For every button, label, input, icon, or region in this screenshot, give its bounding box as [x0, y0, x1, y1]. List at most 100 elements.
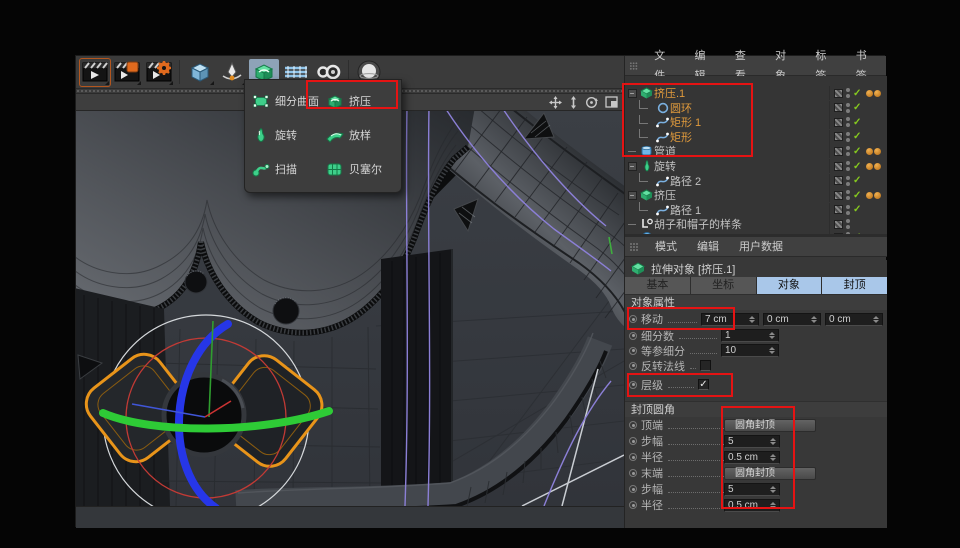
menu-item-sweep[interactable]: 扫描: [249, 152, 323, 186]
movement-y-field[interactable]: 0 cm: [763, 313, 821, 326]
visibility-dots[interactable]: [846, 146, 850, 156]
enabled-check-icon[interactable]: ✓: [853, 102, 861, 113]
enabled-check-icon[interactable]: ✓: [853, 117, 861, 128]
stepper-icon[interactable]: [873, 316, 879, 323]
layer-chip[interactable]: [834, 132, 843, 141]
visibility-dots[interactable]: [846, 205, 850, 215]
tree-row-extrude[interactable]: − 挤压 ✓: [625, 188, 887, 202]
panel-drag-handle-icon[interactable]: [629, 242, 639, 252]
visibility-dots[interactable]: [846, 132, 850, 142]
visibility-dots[interactable]: [846, 190, 850, 200]
enabled-check-icon[interactable]: ✓: [853, 161, 861, 172]
animation-dot-icon[interactable]: [629, 485, 637, 493]
viewport-move-icon[interactable]: [549, 96, 562, 109]
cube-icon: [188, 60, 212, 84]
object-manager-menubar: 文件 编辑 查看 对象 标签 书签: [625, 56, 886, 76]
menu-item-loft[interactable]: 放样: [323, 118, 397, 152]
tree-row-path-1[interactable]: 路径 1 ✓: [625, 203, 887, 217]
spline-pen-button[interactable]: [217, 59, 247, 86]
property-label: 末端: [641, 465, 663, 481]
spline-object-icon: [655, 174, 670, 187]
layer-chip[interactable]: [834, 103, 843, 112]
movement-z-field[interactable]: 0 cm: [825, 313, 883, 326]
am-menu-mode[interactable]: 模式: [645, 237, 687, 257]
animation-dot-icon[interactable]: [629, 347, 637, 355]
visibility-dots[interactable]: [846, 103, 850, 113]
enabled-check-icon[interactable]: ✓: [853, 190, 861, 201]
tag-icons[interactable]: [866, 90, 881, 97]
visibility-dots[interactable]: [846, 219, 850, 229]
object-label: 旋转: [654, 158, 829, 174]
layer-chip[interactable]: [834, 176, 843, 185]
visibility-dots[interactable]: [846, 161, 850, 171]
animation-dot-icon[interactable]: [629, 332, 637, 340]
menu-item-label: 贝塞尔: [349, 161, 382, 177]
tab-caps[interactable]: 封顶: [822, 277, 887, 294]
tab-coordinates[interactable]: 坐标: [691, 277, 756, 294]
layer-chip[interactable]: [834, 162, 843, 171]
menu-item-lathe[interactable]: 旋转: [249, 118, 323, 152]
am-menu-user-data[interactable]: 用户数据: [729, 237, 793, 257]
tree-row-path-2[interactable]: 路径 2 ✓: [625, 174, 887, 188]
stepper-icon[interactable]: [749, 316, 755, 323]
layer-chip[interactable]: [834, 147, 843, 156]
menu-item-label: 旋转: [275, 127, 297, 143]
pen-icon: [220, 60, 244, 84]
layer-chip[interactable]: [834, 118, 843, 127]
viewport-zoom-icon[interactable]: [569, 96, 578, 109]
animation-dot-icon[interactable]: [629, 421, 637, 429]
spline-object-icon: [655, 203, 670, 216]
layer-chip[interactable]: [834, 89, 843, 98]
enabled-check-icon[interactable]: ✓: [853, 204, 861, 215]
flip-normals-checkbox[interactable]: [700, 360, 711, 371]
tag-icons[interactable]: [866, 148, 881, 155]
animation-dot-icon[interactable]: [629, 501, 637, 509]
visibility-dots[interactable]: [846, 88, 850, 98]
subdivision-field[interactable]: 1: [721, 329, 779, 342]
stepper-icon[interactable]: [811, 316, 817, 323]
loft-icon: [326, 128, 344, 143]
layer-chip[interactable]: [834, 191, 843, 200]
collapse-expander[interactable]: −: [628, 191, 637, 200]
tab-object[interactable]: 对象: [757, 277, 822, 294]
render-view-button[interactable]: [80, 59, 110, 86]
lathe-object-icon: [639, 160, 654, 173]
am-menu-edit[interactable]: 编辑: [687, 237, 729, 257]
tag-icons[interactable]: [866, 192, 881, 199]
tree-row-lathe[interactable]: − 旋转 ✓: [625, 159, 887, 173]
object-label: 挤压: [654, 187, 829, 203]
tree-branch-line: [639, 202, 648, 211]
menu-item-bezier[interactable]: 贝塞尔: [323, 152, 397, 186]
visibility-dots[interactable]: [846, 176, 850, 186]
animation-dot-icon[interactable]: [629, 437, 637, 445]
property-label: 等参细分: [641, 343, 685, 359]
layer-chip[interactable]: [834, 220, 843, 229]
dot-leader: [668, 422, 728, 429]
property-label: 步幅: [641, 481, 663, 497]
layer-chip[interactable]: [834, 205, 843, 214]
add-primitive-cube-button[interactable]: [185, 59, 215, 86]
tag-icons[interactable]: [866, 163, 881, 170]
collapse-expander[interactable]: −: [628, 162, 637, 171]
enabled-check-icon[interactable]: ✓: [853, 88, 861, 99]
enabled-check-icon[interactable]: ✓: [853, 146, 861, 157]
property-row-subdivision: 细分数 1: [625, 328, 887, 343]
stepper-icon[interactable]: [769, 332, 775, 339]
enabled-check-icon[interactable]: ✓: [853, 131, 861, 142]
iso-subdivision-field[interactable]: 10: [721, 344, 779, 357]
lathe-icon: [252, 128, 270, 143]
enabled-check-icon[interactable]: ✓: [853, 175, 861, 186]
tab-basic[interactable]: 基本: [625, 277, 690, 294]
animation-dot-icon[interactable]: [629, 469, 637, 477]
stepper-icon[interactable]: [769, 347, 775, 354]
viewport-layout-toggle-icon[interactable]: [605, 96, 618, 108]
animation-dot-icon[interactable]: [629, 362, 637, 370]
panel-drag-handle-icon[interactable]: [629, 61, 638, 71]
animation-dot-icon[interactable]: [629, 453, 637, 461]
property-row-iso-subdivision: 等参细分 10: [625, 343, 887, 358]
render-settings-button[interactable]: [144, 59, 174, 86]
property-label: 半径: [641, 449, 663, 465]
render-to-picture-viewer-button[interactable]: [112, 59, 142, 86]
viewport-rotate-icon[interactable]: [585, 96, 598, 109]
visibility-dots[interactable]: [846, 117, 850, 127]
